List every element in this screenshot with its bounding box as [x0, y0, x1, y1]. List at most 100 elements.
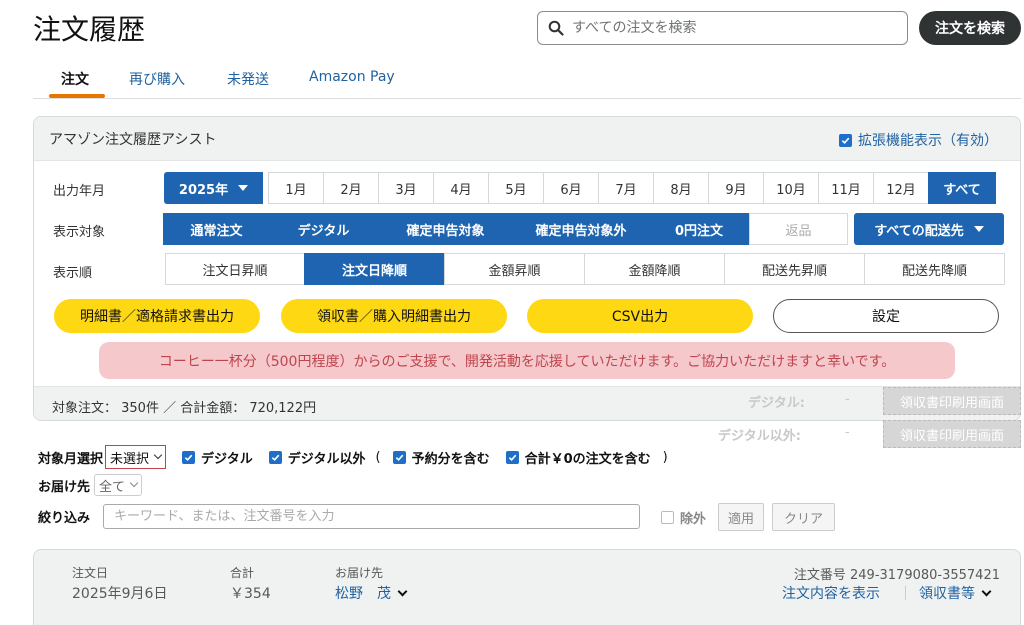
keyword-filter-row: 絞り込み	[38, 507, 90, 526]
filter-non-digital-label: デジタル以外	[287, 451, 366, 467]
month-selector: 1月 2月 3月 4月 5月 6月 7月 8月 9月 10月 11月 12月 す…	[268, 172, 996, 204]
digital-total-label: デジタル:	[748, 396, 805, 411]
target-non-tax-filing[interactable]: 確定申告対象外	[513, 213, 649, 245]
month-7[interactable]: 7月	[598, 172, 654, 204]
month-11[interactable]: 11月	[818, 172, 874, 204]
target-month-value: 未選択	[110, 451, 150, 467]
target-regular[interactable]: 通常注文	[163, 213, 270, 245]
month-12[interactable]: 12月	[873, 172, 929, 204]
sort-date-asc[interactable]: 注文日昇順	[165, 253, 305, 285]
search-icon	[548, 20, 564, 36]
receipt-print-view-button-digital[interactable]: 領収書印刷用画面	[883, 387, 1021, 415]
receipt-export-button[interactable]: 領収書／購入明細書出力	[281, 299, 507, 333]
support-message-banner[interactable]: コーヒー一杯分（500円程度）からのご支援で、開発活動を応援していただけます。ご…	[99, 342, 955, 379]
link-divider	[905, 586, 906, 600]
receipt-link[interactable]: 領収書等	[919, 583, 992, 603]
keyword-filter-label: 絞り込み	[38, 511, 91, 526]
non-digital-total-label: デジタル以外:	[718, 429, 801, 444]
order-ship-value: 松野 茂	[335, 586, 391, 602]
checkbox-checked-icon[interactable]	[268, 450, 282, 464]
assist-summary-bar: 対象注文： 350件 ／ 合計金額： 720,122円	[34, 386, 1020, 420]
month-9[interactable]: 9月	[708, 172, 764, 204]
invoice-export-button[interactable]: 明細書／適格請求書出力	[54, 299, 260, 333]
filter-digital-checkbox[interactable]: デジタル	[182, 448, 253, 467]
extension-display-label: 拡張機能表示（有効）	[858, 133, 998, 149]
order-tabs: 注文 再び購入 未発送 Amazon Pay	[33, 62, 1021, 99]
month-10[interactable]: 10月	[763, 172, 819, 204]
paren-close: )	[662, 449, 668, 465]
ship-filter-label: お届け先	[38, 479, 91, 495]
apply-button[interactable]: 適用	[718, 503, 764, 531]
non-digital-total-value: -	[845, 425, 850, 440]
receipt-link-label: 領収書等	[919, 586, 975, 602]
chevron-down-icon	[153, 450, 163, 460]
paren-open: (	[375, 449, 381, 465]
filter-preorder-checkbox[interactable]: 予約分を含む	[392, 448, 490, 467]
filter-digital-label: デジタル	[201, 451, 253, 467]
chevron-down-icon	[981, 586, 992, 597]
ship-to-value: すべての配送先	[874, 223, 964, 239]
filter-preorder-label: 予約分を含む	[411, 451, 490, 467]
month-all[interactable]: すべて	[928, 172, 996, 204]
sort-ship-asc[interactable]: 配送先昇順	[724, 253, 865, 285]
target-month-select[interactable]: 未選択	[105, 445, 167, 469]
output-month-label: 出力年月	[53, 184, 106, 199]
month-6[interactable]: 6月	[543, 172, 599, 204]
filter-zero-total-checkbox[interactable]: 合計￥0の注文を含む	[505, 448, 651, 467]
order-total-label: 合計	[230, 566, 255, 580]
target-selector: 通常注文 デジタル 確定申告対象 確定申告対象外 0円注文 返品	[163, 213, 848, 245]
target-zero-yen[interactable]: 0円注文	[648, 213, 750, 245]
month-8[interactable]: 8月	[653, 172, 709, 204]
sort-ship-desc[interactable]: 配送先降順	[864, 253, 1005, 285]
tab-amazon-pay[interactable]: Amazon Pay	[309, 69, 395, 85]
target-returns[interactable]: 返品	[749, 213, 848, 245]
order-ship-link[interactable]: 松野 茂	[335, 583, 408, 603]
checkbox-unchecked-icon[interactable]	[661, 511, 674, 524]
sort-amount-asc[interactable]: 金額昇順	[444, 253, 585, 285]
checkbox-checked-icon[interactable]	[182, 450, 196, 464]
caret-down-icon	[973, 226, 984, 232]
sort-date-desc[interactable]: 注文日降順	[304, 253, 445, 285]
sort-selector: 注文日昇順 注文日降順 金額昇順 金額降順 配送先昇順 配送先降順	[165, 253, 1005, 285]
order-date-value: 2025年9月6日	[72, 586, 168, 602]
month-3[interactable]: 3月	[378, 172, 434, 204]
sort-order-label: 表示順	[53, 266, 93, 281]
extension-display-toggle[interactable]: 拡張機能表示（有効）	[839, 130, 998, 150]
view-order-details-link[interactable]: 注文内容を表示	[782, 583, 880, 603]
ship-to-dropdown[interactable]: すべての配送先	[854, 213, 1004, 245]
search-input[interactable]	[572, 20, 892, 36]
order-ship-label: お届け先	[335, 566, 384, 580]
clear-button[interactable]: クリア	[772, 503, 835, 531]
page-title: 注文履歴	[33, 13, 146, 46]
filter-non-digital-checkbox[interactable]: デジタル以外	[268, 448, 366, 467]
exclude-label: 除外	[680, 512, 707, 527]
chevron-down-icon	[129, 478, 139, 488]
assist-header: アマゾン注文履歴アシスト 拡張機能表示（有効）	[34, 117, 1020, 161]
display-target-label: 表示対象	[53, 225, 106, 240]
order-search-box[interactable]	[537, 11, 908, 45]
month-5[interactable]: 5月	[488, 172, 544, 204]
tab-buy-again[interactable]: 再び購入	[129, 69, 185, 89]
exclude-checkbox[interactable]: 除外	[661, 508, 706, 527]
tab-not-shipped[interactable]: 未発送	[227, 69, 269, 89]
checkbox-checked-icon[interactable]	[392, 450, 406, 464]
settings-button[interactable]: 設定	[773, 299, 999, 333]
search-orders-button[interactable]: 注文を検索	[919, 11, 1021, 45]
month-4[interactable]: 4月	[433, 172, 489, 204]
target-tax-filing[interactable]: 確定申告対象	[377, 213, 514, 245]
receipt-print-view-button-non-digital[interactable]: 領収書印刷用画面	[883, 420, 1021, 448]
ship-filter-select[interactable]: 全て	[94, 474, 143, 496]
tab-orders[interactable]: 注文	[61, 69, 89, 89]
keyword-input[interactable]	[103, 504, 640, 529]
target-digital[interactable]: デジタル	[269, 213, 378, 245]
year-dropdown[interactable]: 2025年	[164, 172, 263, 204]
order-date-label: 注文日	[72, 566, 109, 580]
checkbox-checked-icon[interactable]	[505, 450, 519, 464]
sort-amount-desc[interactable]: 金額降順	[584, 253, 725, 285]
csv-export-button[interactable]: CSV出力	[527, 299, 753, 333]
month-1[interactable]: 1月	[268, 172, 324, 204]
checkbox-checked-icon[interactable]	[839, 133, 852, 147]
ship-filter-row: お届け先 全て	[38, 474, 143, 496]
year-value: 2025年	[178, 182, 229, 198]
month-2[interactable]: 2月	[323, 172, 379, 204]
